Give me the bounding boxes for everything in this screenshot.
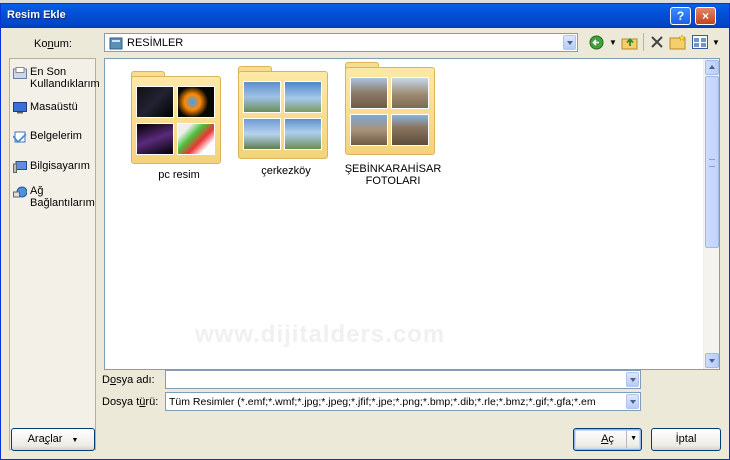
help-button[interactable]: ?	[670, 7, 691, 25]
delete-icon[interactable]	[650, 35, 664, 49]
my-documents-icon	[13, 131, 27, 143]
scroll-thumb[interactable]	[705, 76, 719, 248]
thumbnail-image	[350, 77, 388, 109]
filename-label: Dosya adı:	[102, 374, 155, 386]
filetype-select[interactable]: Tüm Resimler (*.emf;*.wmf;*.jpg;*.jpeg;*…	[165, 392, 641, 411]
location-label: Konum:	[34, 38, 72, 50]
scroll-up-button[interactable]	[705, 60, 719, 75]
location-dropdown-arrow[interactable]	[563, 35, 576, 50]
thumbnail-image	[136, 86, 174, 118]
views-dropdown-icon[interactable]: ▼	[712, 38, 720, 47]
filetype-value: Tüm Resimler (*.emf;*.wmf;*.jpg;*.jpeg;*…	[169, 396, 596, 408]
recent-documents-icon	[13, 67, 27, 79]
places-bar: En Son Kullandıklarım Masaüstü Belgeleri…	[9, 58, 100, 450]
open-button[interactable]: Aç ▼	[573, 428, 642, 451]
back-icon[interactable]	[589, 35, 604, 50]
thumbnail-image	[284, 118, 322, 150]
my-computer-icon	[13, 161, 27, 173]
insert-picture-dialog: Resim Ekle ? × Konum: RESİMLER ▼ ▼ En So…	[0, 3, 730, 460]
filename-input[interactable]	[165, 370, 641, 389]
vertical-scrollbar[interactable]	[703, 59, 719, 369]
thumbnail-image	[177, 123, 215, 155]
open-dropdown-icon[interactable]: ▼	[630, 429, 637, 449]
thumbnail-image	[350, 114, 388, 146]
thumbnail-image	[177, 86, 215, 118]
watermark-text: www.dijitalders.com	[195, 321, 446, 348]
views-icon[interactable]	[692, 35, 708, 49]
tools-button[interactable]: Araçlar ▼	[11, 428, 95, 451]
tools-dropdown-icon: ▼	[71, 437, 79, 444]
location-combo[interactable]: RESİMLER	[104, 33, 578, 52]
thumbnail-image	[391, 77, 429, 109]
folder-label: ŞEBİNKARAHİSAR FOTOLARI	[344, 163, 442, 187]
network-places-icon	[13, 186, 27, 198]
filetype-label: Dosya türü:	[102, 396, 159, 408]
title-bar: Resim Ekle ? ×	[1, 4, 729, 28]
new-folder-icon[interactable]	[669, 34, 687, 50]
file-list-view[interactable]: www.dijitalders.com pc resim çerkezköy Ş…	[104, 58, 720, 370]
close-button[interactable]: ×	[695, 7, 716, 25]
up-one-level-icon[interactable]	[621, 34, 639, 50]
thumbnail-image	[136, 123, 174, 155]
scroll-down-button[interactable]	[705, 353, 719, 368]
location-value: RESİMLER	[127, 37, 184, 49]
back-dropdown-icon[interactable]: ▼	[609, 38, 617, 47]
filename-dropdown-arrow[interactable]	[626, 372, 639, 387]
thumbnail-image	[284, 81, 322, 113]
folder-icon	[109, 37, 123, 50]
thumbnail-image	[243, 81, 281, 113]
filetype-dropdown-arrow[interactable]	[626, 394, 639, 409]
thumbnail-image	[243, 118, 281, 150]
desktop-icon	[13, 102, 27, 114]
cancel-button[interactable]: İptal	[651, 428, 721, 451]
thumbnail-image	[391, 114, 429, 146]
dialog-title: Resim Ekle	[7, 9, 66, 21]
toolbar-separator	[643, 33, 644, 51]
